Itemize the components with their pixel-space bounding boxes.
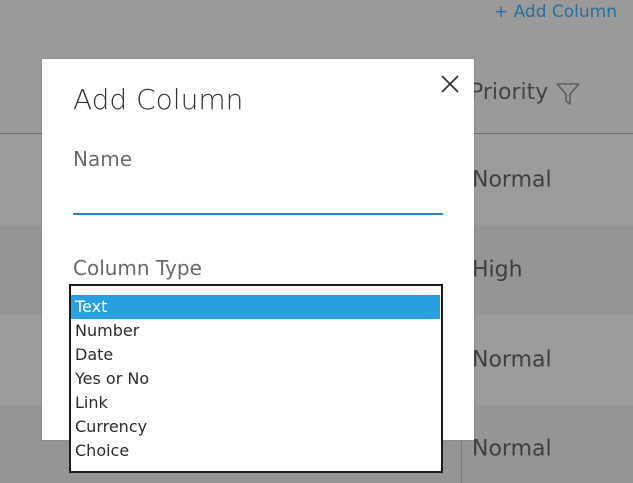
option-number[interactable]: Number: [71, 319, 441, 343]
name-label: Name: [73, 147, 133, 171]
name-input[interactable]: [73, 183, 443, 215]
dialog-title: Add Column: [73, 83, 244, 116]
priority-column-header[interactable]: Priority: [470, 80, 548, 105]
option-date[interactable]: Date: [71, 343, 441, 367]
priority-cell: Normal: [472, 347, 552, 373]
column-type-label: Column Type: [73, 256, 202, 280]
priority-cell: Normal: [472, 167, 552, 193]
option-link[interactable]: Link: [71, 391, 441, 415]
filter-icon[interactable]: [555, 81, 581, 107]
add-column-link[interactable]: + Add Column: [494, 2, 617, 22]
option-yes-or-no[interactable]: Yes or No: [71, 367, 441, 391]
close-icon[interactable]: [438, 72, 462, 96]
priority-cell: High: [472, 257, 523, 283]
option-currency[interactable]: Currency: [71, 415, 441, 439]
option-choice[interactable]: Choice: [71, 439, 441, 463]
column-type-listbox[interactable]: Text Number Date Yes or No Link Currency…: [69, 284, 443, 473]
priority-cell: Normal: [472, 436, 552, 462]
option-text[interactable]: Text: [71, 295, 440, 319]
